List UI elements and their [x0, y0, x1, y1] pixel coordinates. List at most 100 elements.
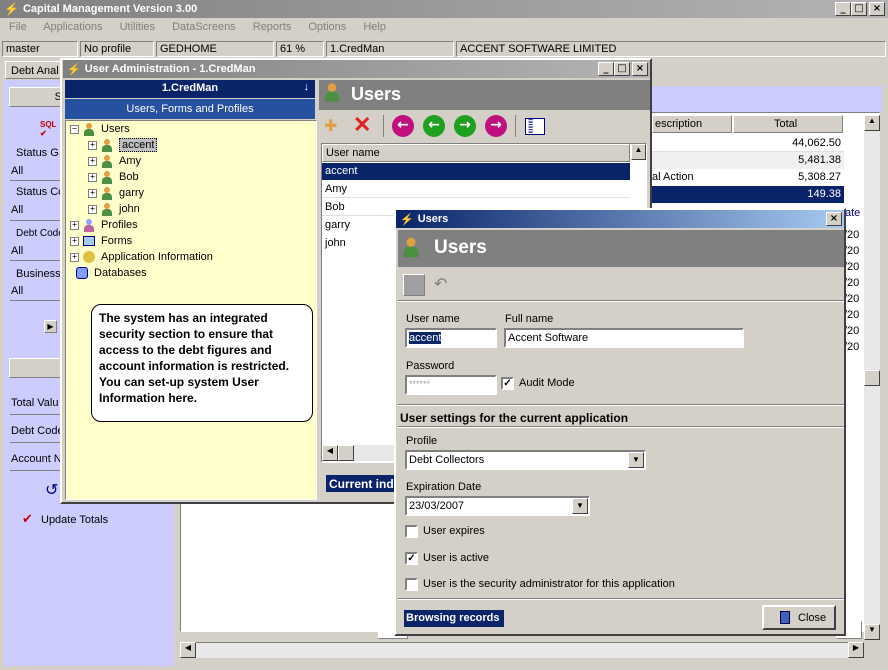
main-close-button[interactable]: × — [869, 2, 885, 16]
list-view-icon[interactable]: ≡ ≡ ≡ — [525, 117, 545, 136]
account-number-label: Account N — [11, 453, 62, 465]
tree-user-label: john — [119, 203, 140, 215]
expand-icon[interactable]: + — [88, 188, 97, 198]
divider — [10, 300, 60, 301]
business-value[interactable]: All — [11, 285, 23, 297]
expand-icon[interactable]: + — [70, 236, 79, 246]
expand-icon[interactable]: + — [88, 204, 97, 214]
tree-node-user-amy[interactable]: + Amy — [88, 153, 141, 169]
tree-node-profiles[interactable]: + Profiles — [70, 217, 138, 233]
table-row[interactable]: 5,481.38 — [652, 152, 844, 169]
new-user-icon[interactable]: ✚ — [324, 116, 342, 135]
user-icon — [101, 186, 113, 200]
bottom-scroll-right[interactable]: ▶ — [848, 642, 864, 658]
list-scroll-left[interactable]: ◀ — [322, 445, 338, 461]
col-header-total[interactable]: Total — [733, 115, 843, 133]
close-button[interactable]: Close — [762, 605, 836, 630]
tree-node-databases[interactable]: Databases — [76, 265, 147, 281]
expand-icon[interactable]: + — [88, 172, 97, 182]
status-code-label: Status Co — [16, 186, 65, 198]
username-value: accent — [409, 332, 442, 344]
tab-debt-analysis[interactable]: Debt Anal — [5, 61, 65, 79]
expand-icon[interactable]: + — [88, 140, 97, 150]
tree-node-forms[interactable]: + Forms — [70, 233, 132, 249]
status-profile: No profile — [80, 41, 154, 57]
settings-heading: User settings for the current applicatio… — [400, 411, 629, 425]
divider — [10, 470, 60, 471]
list-item-selected[interactable]: accent — [322, 163, 630, 180]
fullname-field[interactable]: Accent Software — [504, 328, 744, 348]
username-field[interactable]: accent — [405, 328, 497, 348]
user-admin-close-button[interactable]: × — [632, 62, 648, 76]
tree-node-user-bob[interactable]: + Bob — [88, 169, 139, 185]
list-scroll-up[interactable]: ▲ — [631, 144, 646, 160]
previous-record-icon[interactable]: ← — [423, 115, 445, 137]
expand-icon[interactable]: + — [70, 220, 79, 230]
user-admin-title: User Administration - 1.CredMan — [84, 63, 256, 75]
security-admin-checkbox[interactable] — [405, 578, 418, 591]
refresh-icon[interactable]: ↺ — [45, 480, 58, 499]
profile-select[interactable]: Debt Collectors ▼ — [405, 450, 646, 470]
grid-scroll-up[interactable]: ▲ — [864, 115, 880, 131]
tree-node-user-garry[interactable]: + garry — [88, 185, 144, 201]
chevron-down-icon[interactable]: ▼ — [572, 498, 588, 514]
bottom-scroll-left[interactable]: ◀ — [180, 642, 196, 658]
list-item[interactable]: Amy — [322, 181, 630, 198]
list-scroll-thumb[interactable] — [338, 445, 354, 461]
list-item[interactable]: garry — [322, 217, 392, 234]
last-record-icon[interactable]: → — [485, 115, 507, 137]
table-row[interactable]: al Action 5,308.27 — [652, 169, 844, 186]
next-record-icon[interactable]: → — [454, 115, 476, 137]
row-total: 5,308.27 — [798, 171, 841, 183]
grid-scroll-down[interactable]: ▼ — [864, 624, 880, 640]
grid-scroll-thumb[interactable] — [864, 370, 880, 386]
debt-code-filter-label: Debt Code — [16, 228, 64, 239]
first-record-icon[interactable]: ← — [392, 115, 414, 137]
main-minimize-button[interactable]: _ — [835, 2, 851, 16]
tree-node-user-accent[interactable]: + accent — [88, 137, 158, 153]
save-icon[interactable] — [403, 274, 425, 296]
update-totals-label[interactable]: Update Totals — [41, 514, 108, 526]
divider — [10, 414, 60, 415]
user-admin-minimize-button[interactable]: _ — [598, 62, 614, 76]
menu-datascreens[interactable]: DataScreens — [172, 21, 236, 33]
menu-options[interactable]: Options — [308, 21, 346, 33]
password-field[interactable]: ****** — [405, 375, 497, 395]
user-admin-maximize-button[interactable]: □ — [614, 62, 630, 76]
table-row-selected[interactable]: 149.38 — [652, 186, 844, 203]
bottom-scrollbar[interactable] — [180, 642, 864, 658]
delete-user-icon[interactable]: ✕ — [353, 114, 371, 136]
expiration-date-picker[interactable]: 23/03/2007 ▼ — [405, 496, 590, 516]
status-code-value[interactable]: All — [11, 204, 23, 216]
main-maximize-button[interactable]: □ — [851, 2, 867, 16]
list-item[interactable]: john — [322, 235, 392, 252]
menu-utilities[interactable]: Utilities — [120, 21, 155, 33]
tree-node-users[interactable]: − Users — [70, 121, 130, 137]
tree-container: − Users + accent + Amy + Bob + garry + j… — [70, 121, 310, 291]
undo-icon[interactable]: ↶ — [434, 274, 447, 293]
col-header-description[interactable]: escription — [652, 115, 732, 133]
user-active-checkbox[interactable]: ✓ — [405, 552, 418, 565]
menu-file[interactable]: File — [9, 21, 27, 33]
table-row[interactable]: 44,062.50 — [652, 135, 844, 152]
tree-collapse-icon[interactable]: ↓ — [304, 81, 310, 93]
debt-code-filter-value[interactable]: All — [11, 245, 23, 257]
collapse-icon[interactable]: − — [70, 124, 79, 134]
audit-mode-checkbox[interactable]: ✓ — [501, 377, 514, 390]
menu-applications[interactable]: Applications — [43, 21, 102, 33]
tree-node-user-john[interactable]: + john — [88, 201, 140, 217]
menu-help[interactable]: Help — [363, 21, 386, 33]
expand-icon[interactable]: + — [88, 156, 97, 166]
users-dialog-title-bar: ⚡ Users — [396, 210, 844, 228]
status-group-value[interactable]: All — [11, 165, 23, 177]
users-dialog-close-button[interactable]: × — [826, 212, 842, 226]
user-expires-checkbox[interactable] — [405, 525, 418, 538]
expand-icon[interactable]: + — [70, 252, 79, 262]
user-icon — [101, 138, 113, 152]
list-header-username[interactable]: User name — [322, 144, 630, 162]
play-button[interactable]: ▶ — [44, 320, 57, 333]
chevron-down-icon[interactable]: ▼ — [628, 452, 644, 468]
menu-reports[interactable]: Reports — [253, 21, 292, 33]
tree-user-label: Bob — [119, 171, 139, 183]
tree-node-application-information[interactable]: + Application Information — [70, 249, 213, 265]
